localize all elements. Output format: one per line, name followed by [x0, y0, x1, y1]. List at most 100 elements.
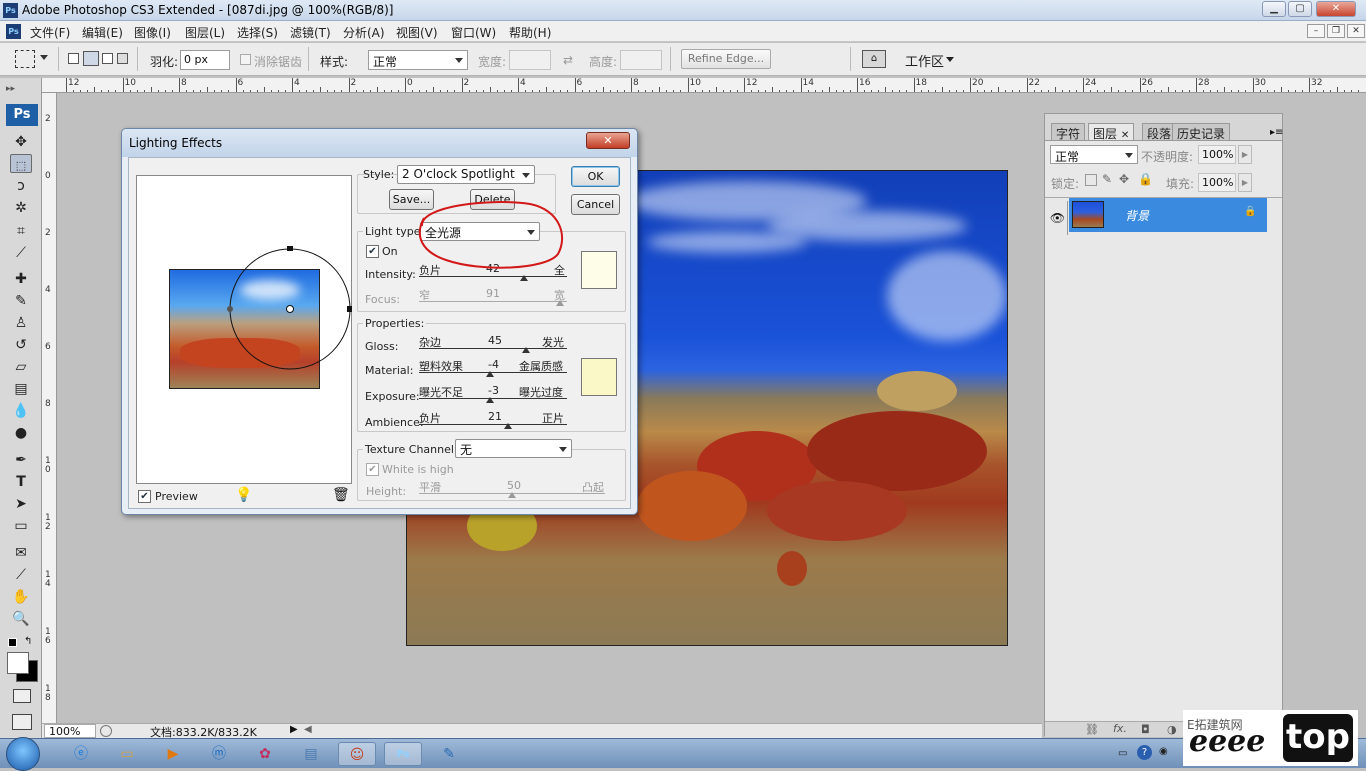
color-app-icon[interactable]: ✿ — [246, 742, 284, 766]
healing-brush-tool-icon[interactable]: ✚ — [10, 269, 32, 289]
layer-visibility-eye-icon[interactable]: 👁 — [1048, 201, 1068, 235]
white-is-high-checkbox[interactable]: ✔ — [366, 463, 379, 476]
add-mask-icon[interactable]: ◘ — [1141, 723, 1150, 736]
swap-colors-icon[interactable]: ↰ — [24, 636, 32, 647]
add-selection-icon[interactable] — [83, 51, 99, 66]
notes-tool-icon[interactable]: ✉ — [10, 543, 32, 563]
ambience-slider[interactable] — [419, 423, 567, 429]
menu-window[interactable]: 窗口(W) — [451, 24, 496, 41]
light-on-checkbox[interactable]: ✔ — [366, 245, 379, 258]
type-tool-icon[interactable]: T — [10, 472, 32, 492]
height-slider-thumb[interactable] — [508, 492, 516, 498]
ambience-slider-thumb[interactable] — [503, 423, 512, 429]
light-ellipse-handle[interactable] — [137, 176, 353, 485]
menu-image[interactable]: 图像(I) — [134, 24, 171, 41]
cancel-button[interactable]: Cancel — [571, 194, 620, 215]
screen-mode-icon[interactable] — [12, 714, 32, 730]
slice-tool-icon[interactable]: ⟋ — [10, 243, 32, 263]
new-light-bulb-icon[interactable]: 💡 — [235, 487, 252, 503]
delete-light-trash-icon[interactable]: 🗑 — [332, 487, 350, 503]
lasso-tool-icon[interactable]: ↄ — [10, 176, 32, 196]
messenger-icon[interactable]: ⓜ — [200, 742, 238, 766]
layer-style-fx-icon[interactable]: fx. — [1113, 722, 1127, 735]
scroll-left-icon[interactable]: ◀ — [304, 724, 312, 735]
document-minimize-button[interactable]: – — [1307, 24, 1325, 38]
link-layers-icon[interactable]: ⛓ — [1085, 723, 1099, 736]
menu-view[interactable]: 视图(V) — [396, 24, 438, 41]
toolbox-collapse-icon[interactable]: ▸▸ — [6, 84, 15, 94]
opacity-input[interactable]: 100% — [1198, 145, 1236, 164]
blend-mode-dropdown[interactable]: 正常 — [1050, 145, 1138, 164]
eraser-tool-icon[interactable]: ▱ — [10, 357, 32, 377]
menu-select[interactable]: 选择(S) — [237, 24, 278, 41]
lock-transparent-icon[interactable] — [1085, 174, 1097, 186]
texture-channel-select[interactable]: 无 — [455, 439, 572, 458]
refine-edge-button[interactable]: Refine Edge... — [681, 49, 771, 69]
move-tool-icon[interactable]: ✥ — [10, 132, 32, 152]
default-colors-icon[interactable] — [8, 638, 17, 647]
users-app-icon[interactable]: ☺ — [338, 742, 376, 766]
gloss-slider-thumb[interactable] — [521, 347, 530, 353]
dialog-close-button[interactable]: ✕ — [586, 132, 630, 149]
antialias-checkbox[interactable] — [240, 54, 251, 65]
focus-slider[interactable] — [419, 300, 567, 306]
start-button[interactable] — [6, 737, 40, 771]
tab-character[interactable]: 字符 — [1051, 123, 1086, 141]
new-selection-icon[interactable] — [68, 53, 79, 64]
zoom-field[interactable]: 100% — [44, 724, 96, 738]
clone-stamp-tool-icon[interactable]: ♙ — [10, 313, 32, 333]
zoom-tool-icon[interactable]: 🔍 — [10, 609, 32, 629]
gradient-tool-icon[interactable]: ▤ — [10, 379, 32, 399]
lock-all-icon[interactable]: 🔒 — [1138, 172, 1153, 186]
hand-tool-icon[interactable]: ✋ — [10, 587, 32, 607]
tab-layers[interactable]: 图层 ✕ — [1088, 123, 1135, 141]
layer-row-background[interactable]: 背景 🔒 — [1069, 198, 1267, 232]
intensity-slider[interactable] — [419, 275, 567, 281]
status-arrow-icon[interactable]: ▶ — [290, 724, 300, 737]
fill-input[interactable]: 100% — [1198, 173, 1236, 192]
close-window-button[interactable]: ✕ — [1316, 1, 1356, 17]
document-close-button[interactable]: ✕ — [1347, 24, 1365, 38]
feather-input[interactable]: 0 px — [180, 50, 230, 70]
marquee-preset-icon[interactable] — [15, 50, 35, 68]
blur-tool-icon[interactable]: 💧 — [10, 401, 32, 421]
media-player-icon[interactable]: ▶ — [154, 742, 192, 766]
bridge-icon[interactable]: ⌂ — [862, 50, 886, 68]
gloss-slider[interactable] — [419, 347, 567, 353]
minimize-button[interactable]: ▁ — [1262, 1, 1286, 17]
shape-tool-icon[interactable]: ▭ — [10, 516, 32, 536]
menu-analysis[interactable]: 分析(A) — [343, 24, 385, 41]
brush-tool-icon[interactable]: ✎ — [10, 291, 32, 311]
light-preview-area[interactable] — [136, 175, 352, 484]
fill-arrow-icon[interactable]: ▶ — [1238, 173, 1252, 192]
dodge-tool-icon[interactable]: ● — [10, 423, 32, 443]
help-tray-icon[interactable]: ? — [1137, 745, 1152, 760]
menu-layer[interactable]: 图层(L) — [185, 24, 225, 41]
subtract-selection-icon[interactable] — [102, 53, 113, 64]
workspace-button[interactable]: 工作区 — [905, 51, 944, 70]
property-color-swatch[interactable] — [581, 358, 617, 396]
path-selection-tool-icon[interactable]: ➤ — [10, 494, 32, 514]
crop-tool-icon[interactable]: ⌗ — [10, 221, 32, 241]
lock-position-icon[interactable]: ✥ — [1119, 172, 1129, 186]
height-input[interactable] — [620, 50, 662, 70]
tab-paragraph[interactable]: 段落 — [1142, 123, 1177, 141]
photoshop-taskbar-icon[interactable]: Ps — [384, 742, 422, 766]
workspace-chevron-down-icon[interactable] — [946, 57, 954, 62]
intensity-slider-thumb[interactable] — [520, 275, 529, 281]
magic-wand-tool-icon[interactable]: ✲ — [10, 198, 32, 218]
marquee-tool-icon[interactable]: ⬚ — [10, 154, 32, 173]
maximize-button[interactable]: ▢ — [1288, 1, 1312, 17]
height-slider[interactable] — [419, 492, 605, 498]
intersect-selection-icon[interactable] — [117, 53, 128, 64]
history-brush-tool-icon[interactable]: ↺ — [10, 335, 32, 355]
file-explorer-icon[interactable]: ▭ — [108, 742, 146, 766]
focus-slider-thumb[interactable] — [555, 300, 564, 306]
menu-file[interactable]: 文件(F) — [30, 24, 70, 41]
menu-edit[interactable]: 编辑(E) — [82, 24, 123, 41]
keyboard-tray-icon[interactable]: ▭ — [1118, 748, 1127, 759]
menu-help[interactable]: 帮助(H) — [509, 24, 551, 41]
paint-app-icon[interactable]: ✎ — [430, 742, 468, 766]
width-input[interactable] — [509, 50, 551, 70]
notepad-icon[interactable]: ▤ — [292, 742, 330, 766]
